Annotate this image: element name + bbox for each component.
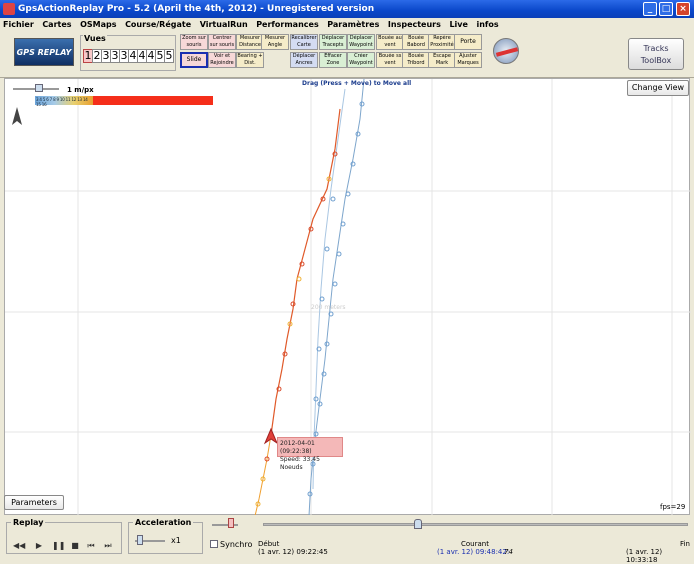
timeline-knob[interactable] [414, 519, 422, 529]
measure-distance-button[interactable]: Mesurer Distance [236, 34, 264, 50]
vues-title: Vues [83, 34, 107, 43]
window-titlebar: GpsActionReplay Pro - 5.2 (April the 4th… [0, 0, 694, 18]
port-buoy-button[interactable]: Bouée Babord [402, 34, 430, 50]
boat-marker-icon[interactable] [263, 427, 279, 445]
debut-time: (1 avr. 12) 09:22:45 [258, 548, 328, 556]
speed-legend-values: 3 4 5 6 7 8 9 10 11 12 13 14 15 16 [36, 97, 88, 107]
window-title: GpsActionReplay Pro - 5.2 (April the 4th… [18, 4, 375, 14]
map-grid [5, 79, 691, 516]
synchro-slider-knob[interactable] [228, 518, 234, 528]
debut-label: Début [258, 540, 280, 548]
track-map [5, 79, 691, 516]
rewind-icon[interactable]: ◀◀ [13, 541, 25, 551]
fin-time: (1 avr. 12) 10:33:18 [626, 548, 663, 564]
close-button[interactable]: × [676, 2, 690, 16]
menu-virtualrun[interactable]: VirtualRun [197, 18, 251, 32]
synchro-checkbox[interactable] [210, 540, 218, 548]
vues-group: Vues 1 2 3 3 3 4 4 4 5 5 [80, 34, 176, 71]
change-view-button[interactable]: Change View [627, 80, 689, 96]
center-mouse-button[interactable]: Centrer sur souris [208, 34, 236, 50]
escape-mark-button[interactable]: Escape Mark [428, 52, 456, 68]
menu-osmaps[interactable]: OSMaps [77, 18, 119, 32]
menu-parametres[interactable]: Paramètres [324, 18, 382, 32]
synchro-slider[interactable] [212, 524, 238, 526]
menu-infos[interactable]: infos [473, 18, 501, 32]
gate-button[interactable]: Porte [454, 34, 482, 50]
menu-live[interactable]: Live [446, 18, 470, 32]
starboard-buoy-button[interactable]: Bouée Tribord [402, 52, 430, 68]
compass-needle [495, 47, 519, 57]
toolbar: GPS REPLAY Vues 1 2 3 3 3 4 4 4 5 5 Zoom… [0, 32, 694, 78]
minimize-button[interactable]: _ [643, 2, 657, 16]
north-arrow-icon [12, 107, 22, 125]
speed-bar [93, 96, 213, 105]
gps-replay-logo: GPS REPLAY [14, 38, 74, 66]
erase-zone-button[interactable]: Effacer Zone [319, 52, 347, 68]
acceleration-slider-knob[interactable] [137, 535, 143, 545]
scale-slider-knob[interactable] [35, 84, 43, 92]
pause-icon[interactable]: ❚❚ [52, 541, 65, 551]
menu-bar: Fichier Cartes OSMaps Course/Régate Virt… [0, 18, 694, 32]
acceleration-title: Acceleration [133, 518, 194, 527]
menu-inspecteurs[interactable]: Inspecteurs [385, 18, 444, 32]
stop-icon[interactable]: ■ [70, 541, 80, 551]
fin-label: Fin [680, 540, 690, 548]
tracks-toolbox-button[interactable]: Tracks ToolBox [628, 38, 684, 70]
menu-performances[interactable]: Performances [253, 18, 322, 32]
tooltip-time: 2012-04-01 (09:22:38) [280, 440, 315, 455]
timeline-slider[interactable] [263, 523, 688, 526]
drag-hint: Drag (Press + Move) to Move all [302, 80, 412, 87]
app-icon [3, 3, 15, 15]
downwind-buoy-button[interactable]: Bouée ss vent [376, 52, 404, 68]
wind-compass-icon[interactable] [493, 38, 519, 64]
vue-button-10[interactable]: 5 [164, 49, 174, 63]
synchro-label: Synchro [220, 540, 253, 549]
slide-button[interactable]: Slide [180, 52, 208, 68]
replay-title: Replay [11, 518, 46, 527]
fps-counter: fps=29 [660, 503, 686, 511]
acceleration-value: x1 [171, 536, 181, 545]
courant-ms: 74 [504, 548, 513, 556]
menu-cartes[interactable]: Cartes [39, 18, 74, 32]
menu-course-regate[interactable]: Course/Régate [122, 18, 194, 32]
create-waypoint-button[interactable]: Créer Waypoint [347, 52, 375, 68]
measure-angle-button[interactable]: Mesurer Angle [261, 34, 289, 50]
grid-scale-label: 200 meters [311, 304, 346, 311]
speed-color-legend: 3 4 5 6 7 8 9 10 11 12 13 14 15 16 [35, 96, 93, 107]
skip-back-icon[interactable]: ⏮ [86, 541, 96, 551]
courant-time: (1 avr. 12) 09:48:42: [437, 548, 510, 556]
courant-label: Courant [461, 540, 489, 548]
track-red-line [270, 108, 341, 436]
point-tooltip: 2012-04-01 (09:22:38) Speed: 33.45 Noeud… [277, 437, 343, 471]
zoom-mouse-button[interactable]: Zoom sur souris [180, 34, 208, 50]
upwind-buoy-button[interactable]: Bouée au vent [376, 34, 404, 50]
bottom-panel: Replay ◀◀ ▶ ❚❚ ■ ⏮ ⏭ Acceleration x1 Syn… [0, 515, 694, 564]
move-tracepoints-button[interactable]: Déplacer Tracepts [319, 34, 347, 50]
bearing-distance-button[interactable]: Bearing + Dist. [236, 52, 264, 68]
recalibrate-map-button[interactable]: Recalibrer Carte [290, 34, 318, 50]
proximity-mark-button[interactable]: Repère Proximité [428, 34, 456, 50]
play-icon[interactable]: ▶ [34, 541, 44, 551]
parameters-button[interactable]: Parameters [4, 495, 64, 510]
replay-group: Replay ◀◀ ▶ ❚❚ ■ ⏮ ⏭ [6, 518, 122, 554]
map-canvas[interactable]: 1 m/px 3 4 5 6 7 8 9 10 11 12 13 14 15 1… [4, 78, 691, 516]
track-orange-line [254, 434, 272, 516]
track-blue-line-2 [312, 88, 346, 490]
scale-label: 1 m/px [67, 86, 94, 94]
menu-fichier[interactable]: Fichier [0, 18, 37, 32]
maximize-button[interactable]: □ [659, 2, 673, 16]
skip-forward-icon[interactable]: ⏭ [103, 541, 113, 551]
move-anchors-button[interactable]: Déplacer Ancres [290, 52, 318, 68]
adjust-marks-button[interactable]: Ajuster Marques [454, 52, 482, 68]
view-join-button[interactable]: Voir et Rejoindre [208, 52, 236, 68]
acceleration-group: Acceleration x1 [128, 518, 203, 554]
move-waypoint-button[interactable]: Déplacer Waypoint [347, 34, 375, 50]
tooltip-speed: Speed: 33.45 Noeuds [280, 456, 320, 471]
